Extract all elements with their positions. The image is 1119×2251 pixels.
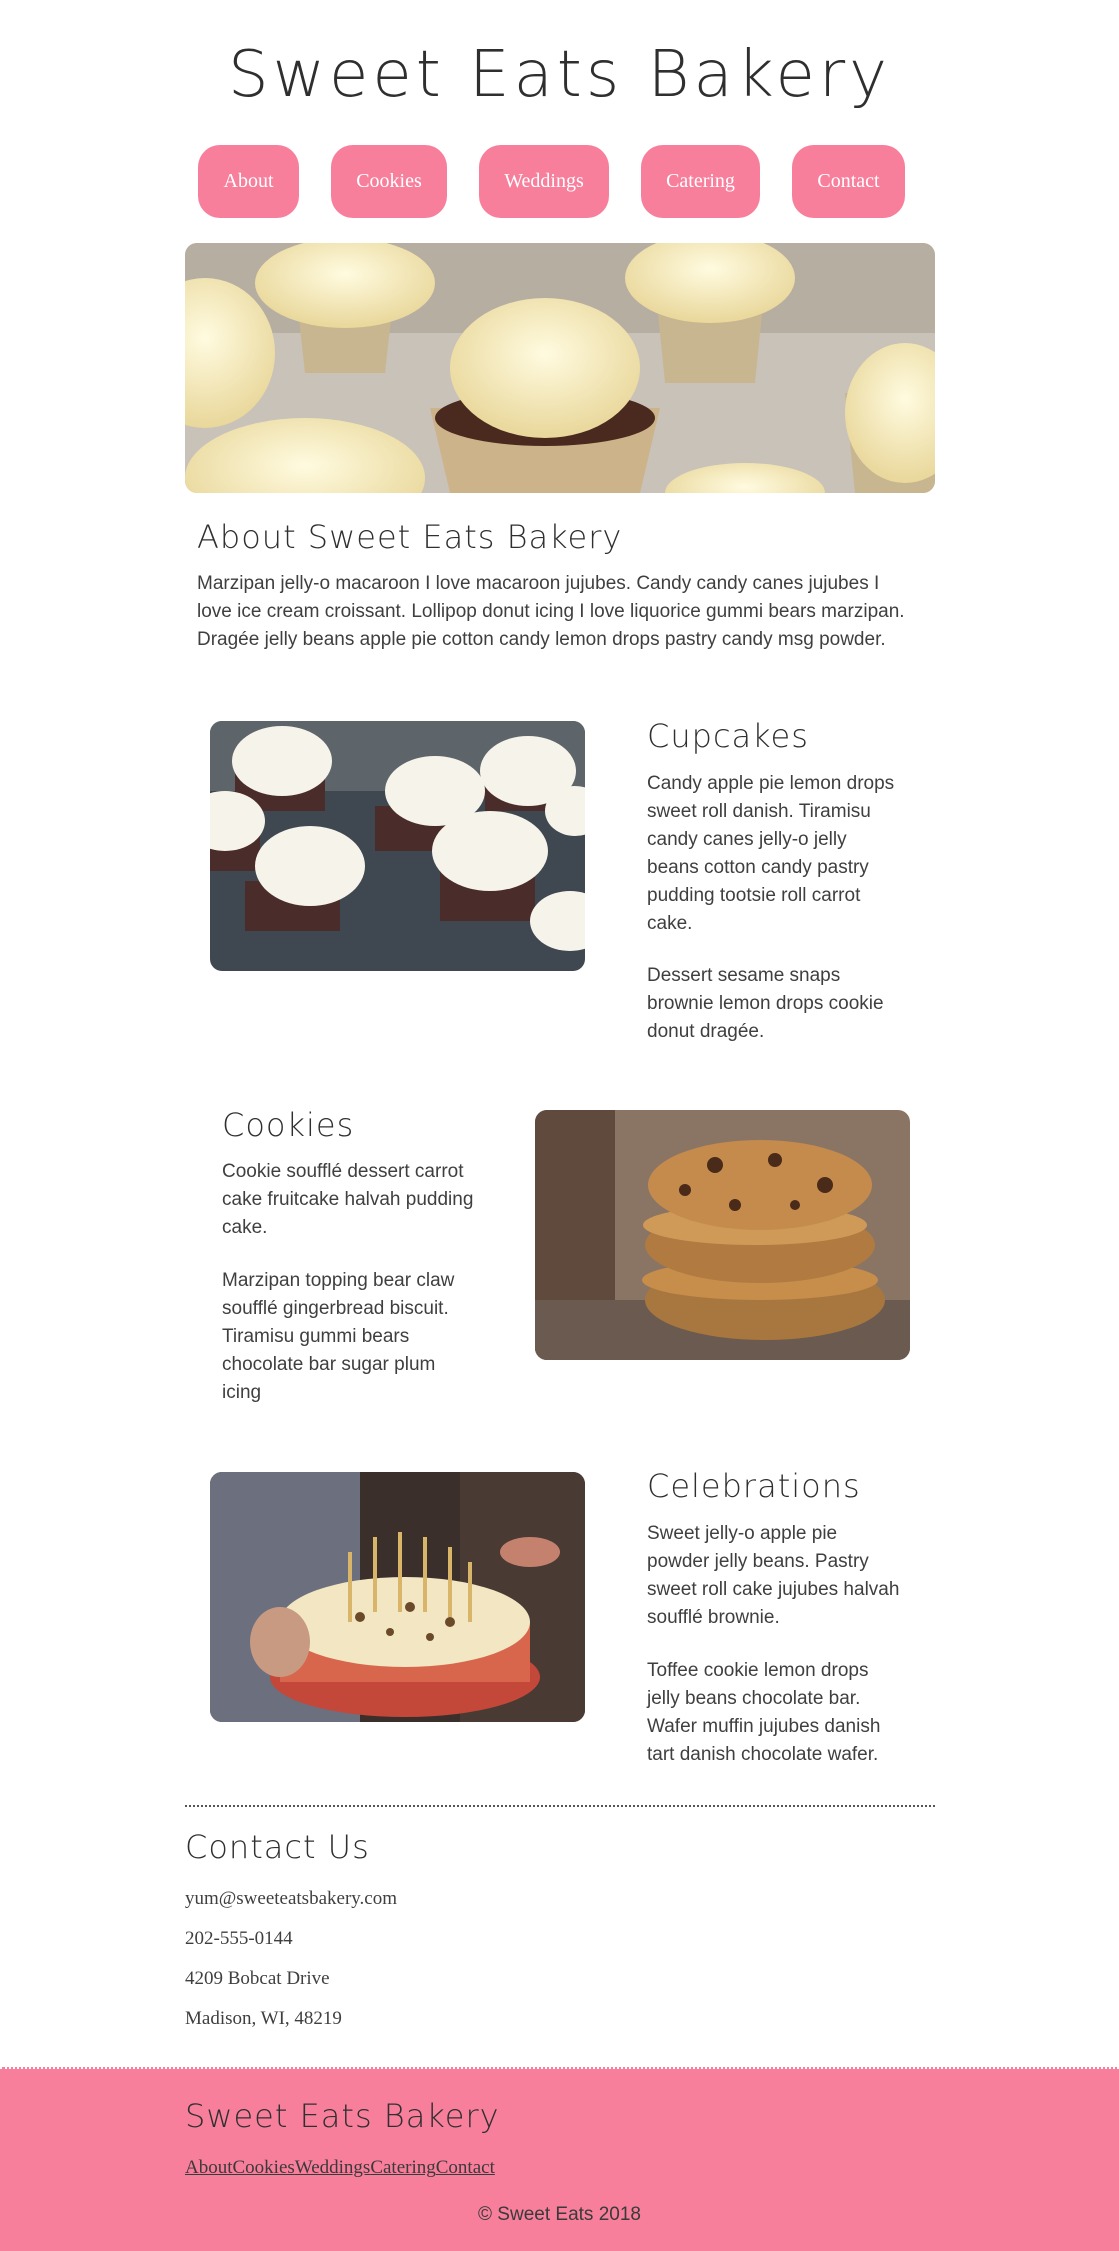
main-nav: About Cookies Weddings Catering Contact [0, 145, 1119, 218]
footer-nav: AboutCookiesWeddingsCateringContact [185, 2157, 495, 2179]
nav-catering-button[interactable]: Catering [641, 145, 760, 218]
cupcakes-heading: Cupcakes [647, 717, 809, 755]
contact-email: yum@sweeteatsbakery.com [185, 1888, 397, 1909]
about-text: Marzipan jelly-o macaroon I love macaroo… [197, 573, 905, 650]
footer-link-catering[interactable]: Catering [370, 2157, 435, 2178]
nav-weddings-button[interactable]: Weddings [479, 145, 609, 218]
celebrations-heading: Celebrations [647, 1467, 861, 1505]
site-title: Sweet Eats Bakery [227, 38, 892, 112]
footer-link-weddings[interactable]: Weddings [295, 2157, 371, 2178]
nav-about-button[interactable]: About [198, 145, 299, 218]
contact-divider [185, 1805, 935, 1807]
contact-phone: 202-555-0144 [185, 1928, 293, 1949]
about-heading: About Sweet Eats Bakery [197, 518, 623, 556]
cookies-paragraph-2: Marzipan topping bear claw soufflé ginge… [222, 1270, 455, 1403]
footer-link-contact[interactable]: Contact [436, 2157, 495, 2178]
footer-link-cookies[interactable]: Cookies [233, 2157, 295, 2178]
nav-contact-button[interactable]: Contact [792, 145, 905, 218]
celebrations-paragraph-1: Sweet jelly-o apple pie powder jelly bea… [647, 1523, 900, 1628]
contact-city: Madison, WI, 48219 [185, 2008, 342, 2029]
contact-heading: Contact Us [185, 1828, 370, 1866]
cookies-heading: Cookies [222, 1106, 355, 1144]
hero-cupcakes-image [185, 243, 935, 493]
nav-cookies-button[interactable]: Cookies [331, 145, 447, 218]
celebration-cake-image [210, 1472, 585, 1722]
cupcakes-paragraph-2: Dessert sesame snaps brownie lemon drops… [647, 965, 884, 1042]
celebrations-paragraph-2: Toffee cookie lemon drops jelly beans ch… [647, 1660, 881, 1765]
contact-street: 4209 Bobcat Drive [185, 1968, 330, 1989]
footer-link-about[interactable]: About [185, 2157, 233, 2178]
cupcakes-paragraph-1: Candy apple pie lemon drops sweet roll d… [647, 773, 895, 934]
cookies-image [535, 1110, 910, 1360]
cookies-paragraph-1: Cookie soufflé dessert carrot cake fruit… [222, 1161, 474, 1238]
copyright: © Sweet Eats 2018 [478, 2204, 641, 2225]
footer: Sweet Eats Bakery AboutCookiesWeddingsCa… [0, 2067, 1119, 2251]
cupcakes-image [210, 721, 585, 971]
footer-title: Sweet Eats Bakery [185, 2097, 500, 2135]
